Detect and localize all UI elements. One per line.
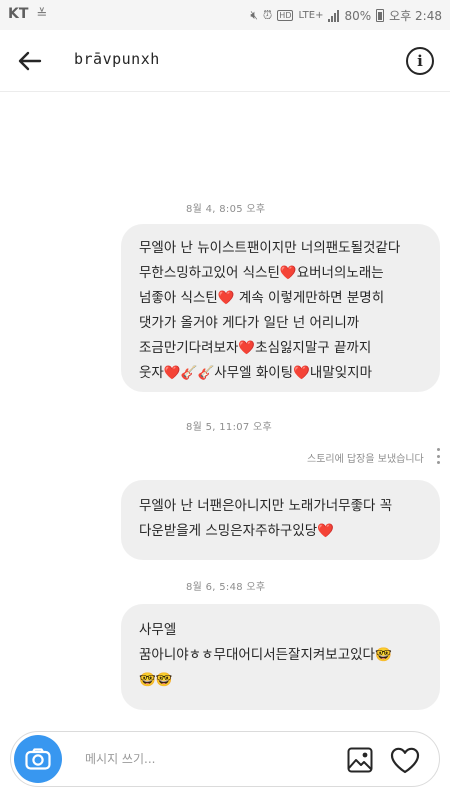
- message-bubble[interactable]: 무엘아 난 너팬은아니지만 노래가너무좋다 꼭 다운받을게 스밍은자주하구있당❤…: [121, 480, 440, 560]
- status-bar: KT ≚ 🔇︎ ⏰︎ HD LTE+ 80% 오후 2:48: [0, 0, 450, 30]
- status-right: 🔇︎ ⏰︎ HD LTE+ 80% 오후 2:48: [250, 7, 442, 24]
- message-input[interactable]: [85, 747, 325, 771]
- heart-icon: [390, 747, 420, 773]
- message-line: 다운받을게 스밍은자주하구있당❤️: [139, 523, 334, 539]
- chat-header: brāvpunxh i: [0, 30, 450, 92]
- message-composer: [10, 731, 440, 787]
- notification-icon: ≚: [36, 6, 48, 22]
- back-button[interactable]: [14, 45, 46, 77]
- message-line: 무한스밍하고있어 식스틴❤️요버너의노래는: [139, 265, 384, 281]
- timestamp: 8월 5, 11:07 오후: [186, 422, 273, 433]
- message-line: 꿈아니야ㅎㅎ무대어디서든잘지켜보고있다🤓: [139, 647, 392, 663]
- like-button[interactable]: [389, 744, 421, 776]
- message-line: 넘좋아 식스틴❤️ 계속 이렇게만하면 분명히: [139, 290, 385, 306]
- timestamp: 8월 4, 8:05 오후: [186, 204, 266, 215]
- timestamp: 8월 6, 5:48 오후: [186, 582, 266, 593]
- carrier-label: KT: [8, 6, 29, 22]
- battery-label: 80%: [344, 8, 372, 23]
- message-bubble[interactable]: 무엘아 난 뉴이스트팬이지만 너의팬도될것같다 무한스밍하고있어 식스틴❤️요버…: [121, 224, 440, 392]
- gallery-button[interactable]: [345, 745, 375, 775]
- arrow-left-icon: [18, 51, 42, 71]
- message-bubble[interactable]: 사무엘 꿈아니야ㅎㅎ무대어디서든잘지켜보고있다🤓 🤓🤓: [121, 604, 440, 710]
- clock-label: 오후 2:48: [389, 9, 442, 23]
- message-line: 댓가가 올거야 게다가 일단 넌 어리니까: [139, 315, 360, 331]
- info-icon: i: [417, 52, 423, 70]
- image-icon: [347, 747, 373, 773]
- story-reply-note: 스토리에 답장을 보냈습니다: [307, 454, 424, 465]
- alarm-icon: ⏰︎: [262, 8, 273, 22]
- message-line: 🤓🤓: [139, 672, 173, 688]
- message-line: 무엘아 난 뉴이스트팬이지만 너의팬도될것같다: [139, 240, 401, 256]
- message-line: 사무엘: [139, 622, 177, 638]
- signal-icon: [328, 9, 340, 22]
- message-thread[interactable]: 8월 4, 8:05 오후 무엘아 난 뉴이스트팬이지만 너의팬도될것같다 무한…: [0, 92, 450, 722]
- status-left: KT ≚: [8, 6, 47, 22]
- message-line: 조금만기다려보자❤️초심잃지말구 끝까지: [139, 340, 372, 356]
- message-line: 웃자❤️🎸🎸사무엘 화이팅❤️내말잊지마: [139, 365, 372, 381]
- mute-icon: 🔇︎: [250, 8, 258, 22]
- chat-username[interactable]: brāvpunxh: [74, 50, 160, 68]
- more-options-icon[interactable]: [435, 448, 441, 464]
- info-button[interactable]: i: [406, 47, 434, 75]
- hd-icon: HD: [277, 10, 294, 21]
- network-label: LTE+: [298, 10, 324, 21]
- message-line: 무엘아 난 너팬은아니지만 노래가너무좋다 꼭: [139, 498, 393, 514]
- camera-icon: [25, 748, 51, 770]
- battery-icon: [376, 9, 385, 22]
- camera-button[interactable]: [14, 735, 62, 783]
